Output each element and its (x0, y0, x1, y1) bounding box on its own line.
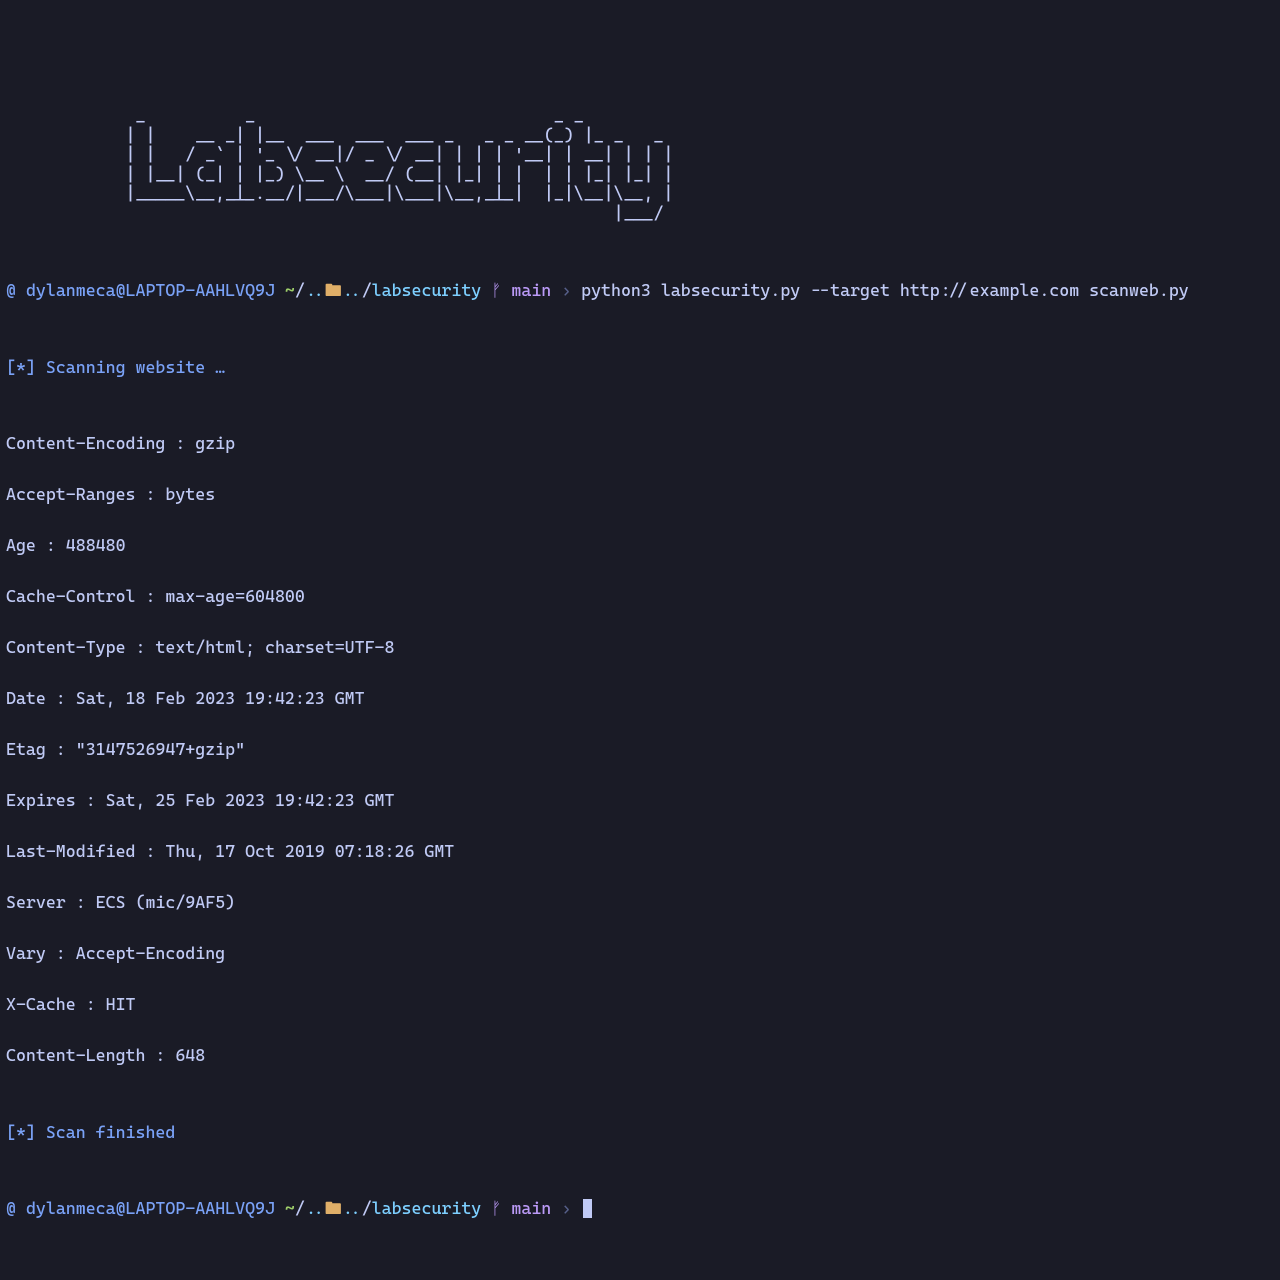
path-dots: .. (342, 280, 362, 300)
home-tilde: ~ (275, 280, 295, 300)
output-line: Vary : Accept-Encoding (6, 941, 1274, 967)
status-scanning: [*] Scanning website … (6, 355, 1274, 381)
user-host: dylanmeca@LAPTOP-AAHLVQ9J (26, 1198, 275, 1218)
cursor[interactable] (583, 1199, 592, 1218)
path-separator: / (295, 1198, 305, 1218)
path-dots: .. (342, 1198, 362, 1218)
output-line: Cache-Control : max-age=604800 (6, 584, 1274, 610)
git-branch: main (511, 280, 551, 300)
output-line: Accept-Ranges : bytes (6, 482, 1274, 508)
prompt-line-2[interactable]: @ dylanmeca@LAPTOP-AAHLVQ9J ~/..🖿../labs… (6, 1196, 1274, 1222)
output-line: Server : ECS (mic/9AF5) (6, 890, 1274, 916)
user-host: dylanmeca@LAPTOP-AAHLVQ9J (26, 280, 275, 300)
prompt-line-1[interactable]: @ dylanmeca@LAPTOP-AAHLVQ9J ~/..🖿../labs… (6, 278, 1274, 304)
output-line: Expires : Sat, 25 Feb 2023 19:42:23 GMT (6, 788, 1274, 814)
prompt-arrow: › (551, 1198, 581, 1218)
output-line: Last-Modified : Thu, 17 Oct 2019 07:18:2… (6, 839, 1274, 865)
ascii-banner: _ _ _ _ | | __ _| |__ ___ ___ ___ _ _ _ … (6, 106, 1274, 223)
output-line: Age : 488480 (6, 533, 1274, 559)
command-text: python3 labsecurity.py --target http://e… (581, 280, 1189, 300)
output-line: Content-Type : text/html; charset=UTF-8 (6, 635, 1274, 661)
output-line: Content-Length : 648 (6, 1043, 1274, 1069)
path-separator: / (362, 1198, 372, 1218)
path-dots: .. (305, 1198, 325, 1218)
folder-icon: 🖿 (325, 280, 342, 300)
path-dots: .. (305, 280, 325, 300)
at-icon: @ (6, 1198, 16, 1218)
path-separator: / (362, 280, 372, 300)
path-separator: / (295, 280, 305, 300)
git-branch-icon: ᚠ (491, 1198, 501, 1218)
status-finished: [*] Scan finished (6, 1120, 1274, 1146)
path-folder: labsecurity (372, 1198, 482, 1218)
prompt-arrow: › (551, 280, 581, 300)
output-line: Content-Encoding : gzip (6, 431, 1274, 457)
home-tilde: ~ (275, 1198, 295, 1218)
folder-icon: 🖿 (325, 1198, 342, 1218)
output-line: Etag : "3147526947+gzip" (6, 737, 1274, 763)
git-branch: main (511, 1198, 551, 1218)
output-line: Date : Sat, 18 Feb 2023 19:42:23 GMT (6, 686, 1274, 712)
at-icon: @ (6, 280, 16, 300)
output-line: X-Cache : HIT (6, 992, 1274, 1018)
git-branch-icon: ᚠ (491, 280, 501, 300)
path-folder: labsecurity (372, 280, 482, 300)
